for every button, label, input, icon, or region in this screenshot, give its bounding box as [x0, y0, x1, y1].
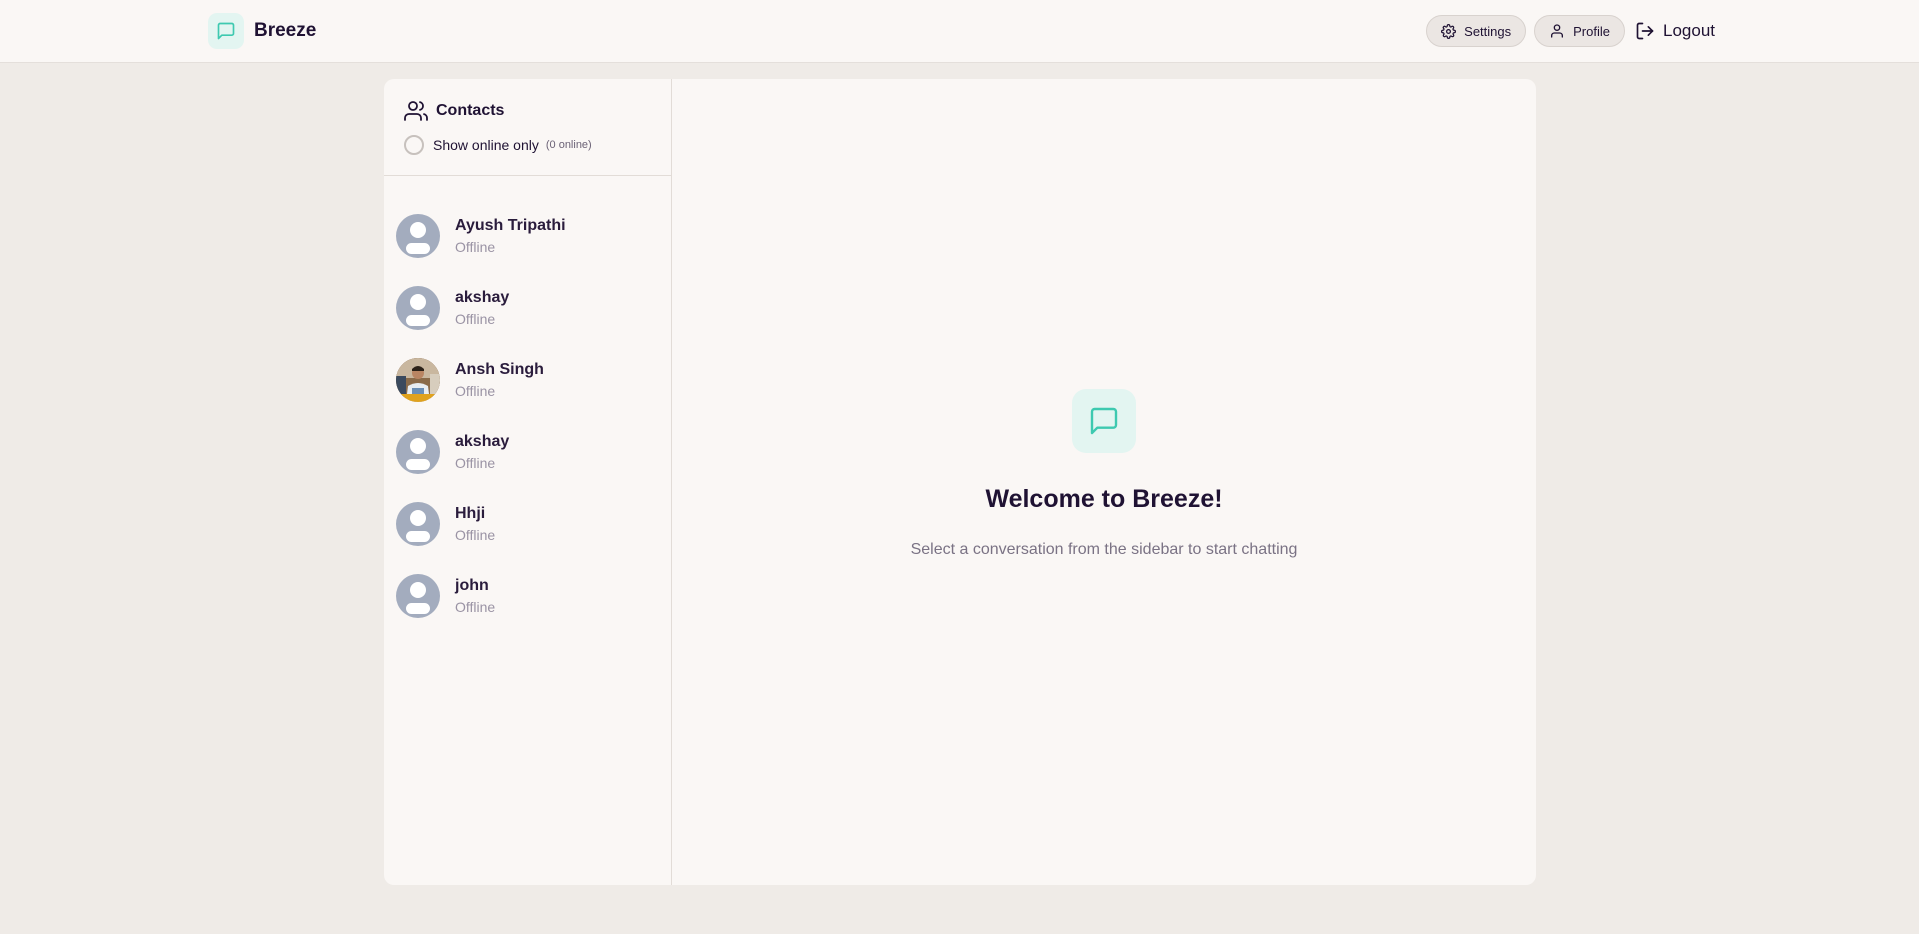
- brand[interactable]: Breeze: [208, 13, 316, 49]
- contact-name: Ayush Tripathi: [455, 217, 566, 234]
- online-only-label: Show online only: [433, 137, 539, 153]
- sidebar-header: Contacts Show online only (0 online): [384, 79, 671, 176]
- brand-name: Breeze: [254, 20, 317, 41]
- contact-status: Offline: [455, 383, 496, 399]
- settings-label: Settings: [1464, 23, 1512, 39]
- online-count: (0 online): [545, 139, 592, 151]
- default-avatar: [396, 214, 440, 258]
- contact-item[interactable]: akshay Offline: [384, 416, 671, 488]
- contacts-title: Contacts: [436, 102, 505, 119]
- contact-status: Offline: [455, 455, 496, 471]
- profile-label: Profile: [1573, 23, 1610, 39]
- welcome-area: Welcome to Breeze! Select a conversation…: [672, 79, 1536, 885]
- photo-avatar: [396, 358, 440, 402]
- chat-bubble-icon: [1072, 389, 1136, 453]
- default-avatar: [396, 430, 440, 474]
- logout-icon: [1636, 22, 1654, 40]
- contacts-heading: Contacts: [404, 99, 651, 123]
- contact-item[interactable]: Ansh Singh Offline: [384, 344, 671, 416]
- contact-list: Ayush Tripathi Offline akshay Offline An…: [384, 176, 671, 632]
- contact-item[interactable]: john Offline: [384, 560, 671, 632]
- welcome-title: Welcome to Breeze!: [985, 485, 1223, 513]
- contact-name: Hhji: [455, 505, 486, 522]
- contact-item[interactable]: akshay Offline: [384, 272, 671, 344]
- user-icon: [1551, 24, 1564, 38]
- online-only-filter[interactable]: Show online only (0 online): [404, 135, 651, 155]
- contact-name: akshay: [455, 433, 510, 450]
- contact-status: Offline: [455, 599, 496, 615]
- users-icon: [404, 101, 428, 121]
- contact-name: akshay: [455, 289, 510, 306]
- default-avatar: [396, 502, 440, 546]
- welcome-subtitle: Select a conversation from the sidebar t…: [910, 541, 1298, 558]
- contact-name: Ansh Singh: [455, 361, 544, 378]
- top-navbar: Breeze Settings Profile Logout: [0, 0, 1919, 63]
- default-avatar: [396, 574, 440, 618]
- default-avatar: [396, 286, 440, 330]
- chat-panel: Contacts Show online only (0 online) Ayu…: [384, 79, 1536, 885]
- contact-status: Offline: [455, 311, 496, 327]
- settings-button[interactable]: Settings: [1426, 15, 1527, 47]
- logout-button[interactable]: Logout: [1635, 21, 1715, 41]
- logout-label: Logout: [1663, 21, 1715, 40]
- nav-actions: Settings Profile Logout: [1418, 15, 1715, 47]
- chat-bubble-icon: [208, 13, 244, 49]
- contact-status: Offline: [455, 527, 496, 543]
- gear-icon: [1441, 23, 1457, 39]
- contact-status: Offline: [455, 239, 496, 255]
- online-only-checkbox[interactable]: [404, 135, 424, 155]
- contacts-sidebar: Contacts Show online only (0 online) Ayu…: [384, 79, 672, 885]
- contact-name: john: [455, 577, 489, 594]
- contact-item[interactable]: Hhji Offline: [384, 488, 671, 560]
- profile-button[interactable]: Profile: [1534, 15, 1625, 47]
- contact-item[interactable]: Ayush Tripathi Offline: [384, 200, 671, 272]
